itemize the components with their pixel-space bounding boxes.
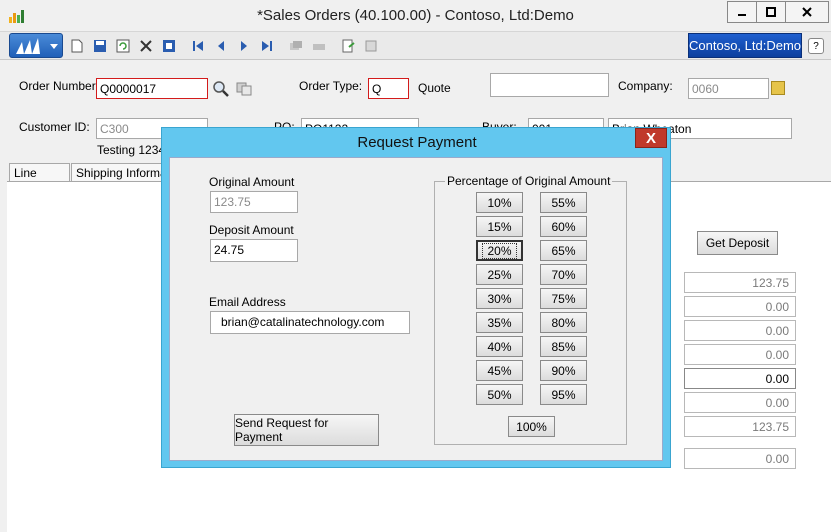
order-number-label: Order Number: [19,79,100,93]
company-field[interactable]: 0060 [688,78,769,99]
paste-icon[interactable] [311,38,327,54]
percent-button-90[interactable]: 90% [540,360,587,381]
percentage-group-label: Percentage of Original Amount [445,174,613,188]
percent-button-10[interactable]: 10% [476,192,523,213]
maximize-icon [766,7,776,17]
customer-name: Testing 1234 [97,143,166,157]
percent-button-75[interactable]: 75% [540,288,587,309]
close-icon: X [645,129,656,147]
search-icon[interactable] [212,80,230,101]
save-close-icon[interactable] [161,38,177,54]
previous-record-icon[interactable] [213,38,229,54]
company-button[interactable]: Contoso, Ltd:Demo [688,33,802,58]
amount-field[interactable]: 123.75 [684,416,796,437]
percent-button-40[interactable]: 40% [476,336,523,357]
get-deposit-button[interactable]: Get Deposit [697,231,778,255]
percent-button-30[interactable]: 30% [476,288,523,309]
save-icon[interactable] [92,38,108,54]
order-number-field[interactable]: Q0000017 [96,78,208,99]
percent-button-25[interactable]: 25% [476,264,523,285]
delete-icon[interactable] [138,38,154,54]
dynamics-logo-icon [16,38,40,54]
send-request-button[interactable]: Send Request for Payment [234,414,379,446]
company-label: Company: [618,79,673,93]
new-icon[interactable] [69,38,85,54]
email-address-field[interactable]: brian@catalinatechnology.com [210,311,410,334]
percent-button-95[interactable]: 95% [540,384,587,405]
next-record-icon[interactable] [236,38,252,54]
amount-field[interactable]: 0.00 [684,392,796,413]
percent-button-50[interactable]: 50% [476,384,523,405]
minimize-icon [738,14,746,16]
amount-field[interactable]: 0.00 [684,320,796,341]
order-type-description: Quote [418,81,451,95]
percent-button-55[interactable]: 55% [540,192,587,213]
percent-button-35[interactable]: 35% [476,312,523,333]
percent-button-70[interactable]: 70% [540,264,587,285]
order-type-label: Order Type: [299,79,363,93]
percentage-group [434,181,627,445]
percent-button-20[interactable]: 20% [476,240,523,261]
percent-button-85[interactable]: 85% [540,336,587,357]
amount-field[interactable]: 0.00 [684,296,796,317]
order-type-extra-field[interactable] [490,73,609,97]
template-icon[interactable] [363,38,379,54]
dynamics-menu-button[interactable] [9,33,63,58]
percent-button-60[interactable]: 60% [540,216,587,237]
deposit-amount-field[interactable]: 24.75 [210,239,298,262]
percent-button-15[interactable]: 15% [476,216,523,237]
copy-icon[interactable] [288,38,304,54]
maximize-button[interactable] [756,1,786,23]
order-type-field[interactable]: Q [368,78,409,99]
dialog-title: Request Payment [357,134,477,151]
customer-id-label: Customer ID: [19,120,90,134]
amount-field[interactable]: 0.00 [684,344,796,365]
chevron-down-icon [50,44,58,49]
amount-field[interactable]: 0.00 [684,368,796,389]
tab-line-items[interactable]: Line Items [9,163,70,194]
email-address-label: Email Address [209,295,286,309]
original-amount-field[interactable]: 123.75 [210,191,298,213]
notes-icon[interactable] [771,81,785,95]
tab-shipping-information[interactable]: Shipping Informat [71,163,163,181]
deposit-amount-label: Deposit Amount [209,223,294,237]
percent-button-80[interactable]: 80% [540,312,587,333]
refresh-icon[interactable] [115,38,131,54]
window-title: *Sales Orders (40.100.00) - Contoso, Ltd… [257,7,574,24]
percent-button-100[interactable]: 100% [508,416,555,437]
minimize-button[interactable] [727,1,757,23]
percent-button-45[interactable]: 45% [476,360,523,381]
dialog-close-button[interactable]: X [635,128,667,148]
amount-field[interactable]: 123.75 [684,272,796,293]
dialog-body: Original Amount 123.75 Deposit Amount 24… [169,157,663,461]
original-amount-label: Original Amount [209,175,295,189]
first-record-icon[interactable] [190,38,206,54]
amount-field[interactable]: 0.00 [684,448,796,469]
last-record-icon[interactable] [259,38,275,54]
request-payment-dialog: Request Payment X Original Amount 123.75… [161,127,671,468]
print-icon[interactable] [340,38,356,54]
close-icon [802,7,812,17]
help-button[interactable]: ? [808,38,824,54]
close-window-button[interactable] [785,1,829,23]
copy-order-icon[interactable] [236,82,252,99]
toolbar: Contoso, Ltd:Demo ? [0,32,831,60]
title-bar: *Sales Orders (40.100.00) - Contoso, Ltd… [0,0,831,32]
percent-button-20-label: 20% [482,242,517,259]
percent-button-65[interactable]: 65% [540,240,587,261]
